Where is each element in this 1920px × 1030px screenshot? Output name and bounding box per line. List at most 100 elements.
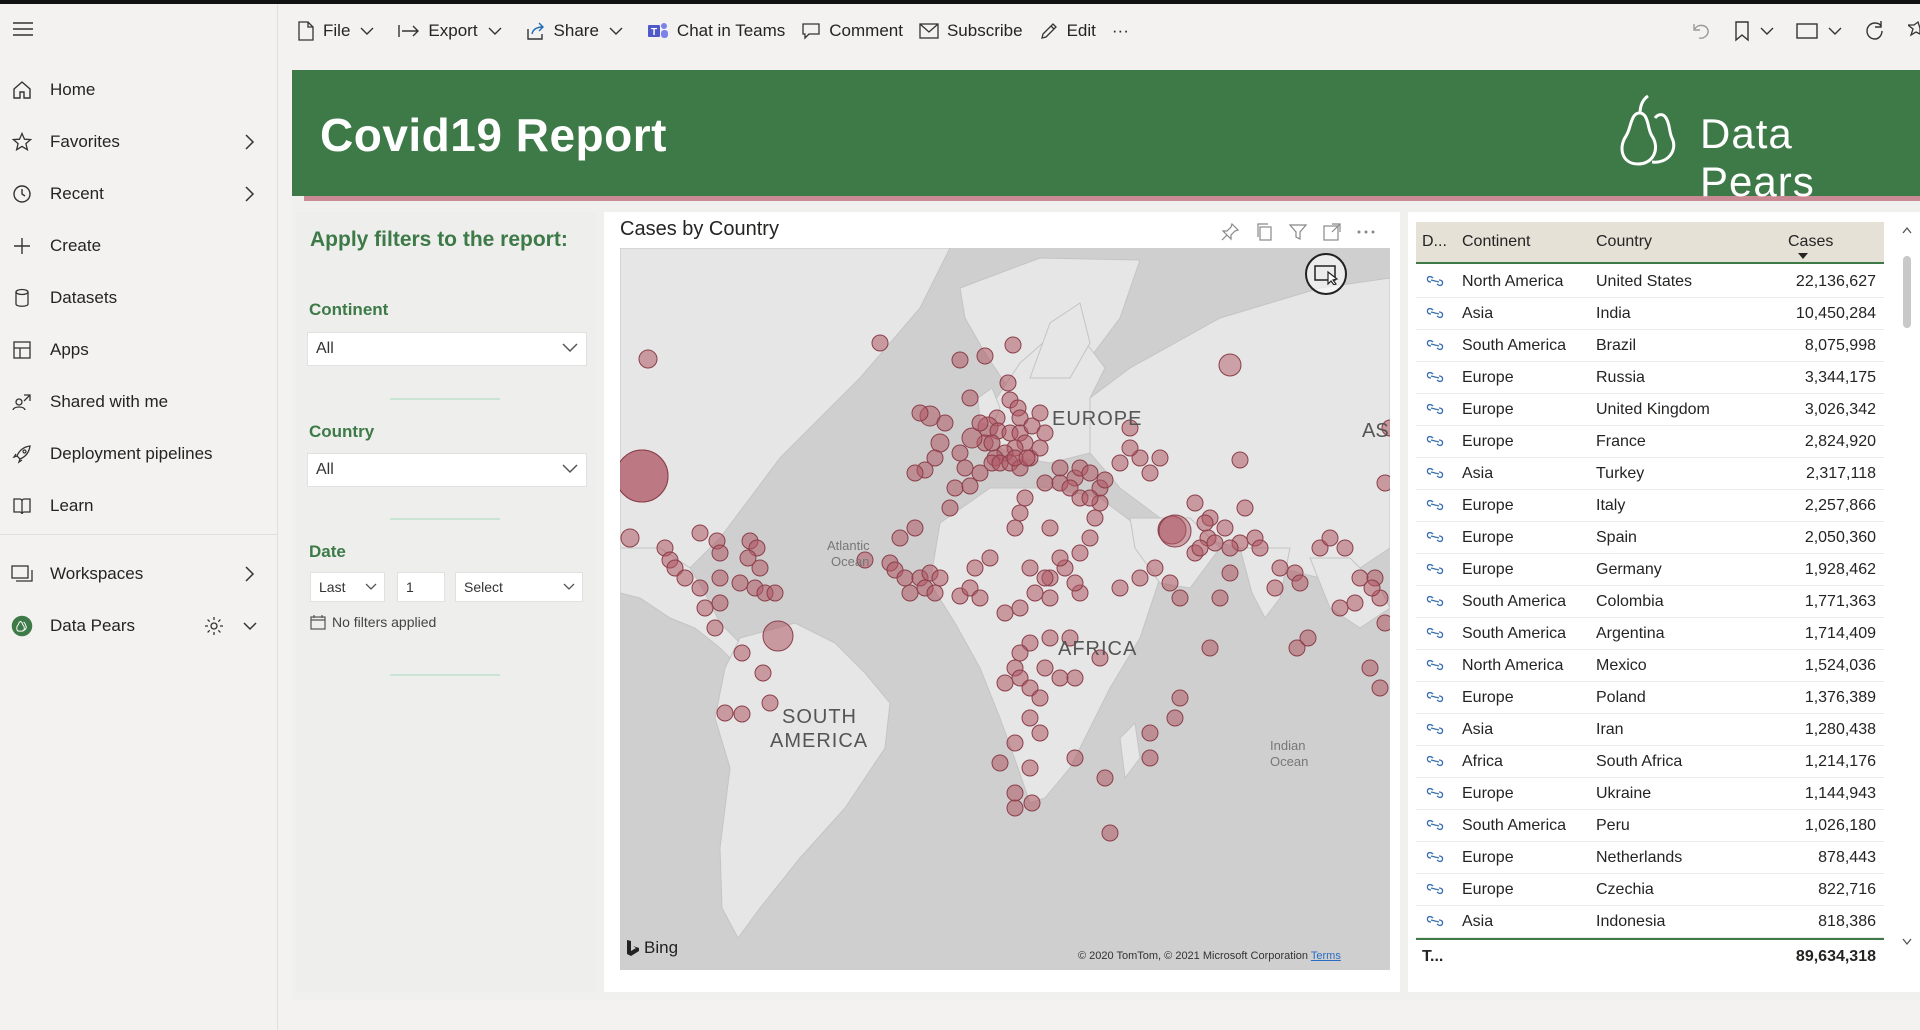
table-row[interactable]: South America Colombia 1,771,363 <box>1416 586 1884 618</box>
column-header-country[interactable]: Country <box>1596 222 1652 262</box>
subscribe-button[interactable]: Subscribe <box>911 4 1031 58</box>
country-bubble[interactable] <box>996 604 1014 622</box>
country-bubble[interactable] <box>951 444 969 462</box>
country-bubble[interactable] <box>1031 439 1049 457</box>
country-bubble[interactable] <box>1081 489 1099 507</box>
country-bubble[interactable] <box>638 349 658 369</box>
table-row[interactable]: Asia Iran 1,280,438 <box>1416 714 1884 746</box>
link-chain-icon[interactable] <box>1426 850 1444 869</box>
country-bubble[interactable] <box>1036 659 1054 677</box>
link-chain-icon[interactable] <box>1426 594 1444 613</box>
country-bubble[interactable] <box>1011 599 1029 617</box>
country-bubble[interactable] <box>733 705 751 723</box>
link-chain-icon[interactable] <box>1426 786 1444 805</box>
link-chain-icon[interactable] <box>1426 274 1444 293</box>
link-chain-icon[interactable] <box>1426 658 1444 677</box>
link-chain-icon[interactable] <box>1426 626 1444 645</box>
country-bubble[interactable] <box>1376 614 1390 632</box>
country-bubble[interactable] <box>1166 709 1184 727</box>
chevron-right-icon[interactable] <box>242 132 256 152</box>
country-bubble[interactable] <box>906 519 924 537</box>
country-bubble[interactable] <box>1141 724 1159 742</box>
table-row[interactable]: Europe Ukraine 1,144,943 <box>1416 778 1884 810</box>
country-bubble[interactable] <box>871 334 889 352</box>
country-bubble[interactable] <box>1363 579 1381 597</box>
chevron-right-icon[interactable] <box>242 184 256 204</box>
edit-button[interactable]: Edit <box>1031 4 1104 58</box>
country-bubble[interactable] <box>966 559 984 577</box>
country-bubble[interactable] <box>1021 559 1039 577</box>
link-chain-icon[interactable] <box>1426 466 1444 485</box>
country-bubble[interactable] <box>931 569 949 587</box>
nav-item-create[interactable]: Create <box>0 220 278 272</box>
country-bubble[interactable] <box>706 619 724 637</box>
country-bubble[interactable] <box>766 584 784 602</box>
table-row[interactable]: North America Mexico 1,524,036 <box>1416 650 1884 682</box>
country-bubble[interactable] <box>971 589 989 607</box>
country-bubble[interactable] <box>1101 824 1119 842</box>
country-bubble[interactable] <box>1096 769 1114 787</box>
share-menu-button[interactable]: Share <box>518 4 639 58</box>
country-bubble[interactable] <box>620 528 640 548</box>
country-bubble[interactable] <box>1004 336 1022 354</box>
chat-in-teams-button[interactable]: T Chat in Teams <box>639 4 793 58</box>
country-bubble[interactable] <box>1066 749 1084 767</box>
map-focus-button[interactable] <box>1305 253 1347 295</box>
country-bubble[interactable] <box>983 434 1001 452</box>
country-bubble[interactable] <box>1171 689 1189 707</box>
country-bubble[interactable] <box>1321 529 1339 547</box>
country-bubble[interactable] <box>1031 689 1049 707</box>
nav-item-recent[interactable]: Recent <box>0 168 278 220</box>
country-bubble[interactable] <box>1081 529 1099 547</box>
country-bubble[interactable] <box>946 479 964 497</box>
country-bubble[interactable] <box>1006 519 1024 537</box>
country-bubble[interactable] <box>731 574 749 592</box>
link-chain-icon[interactable] <box>1426 434 1444 453</box>
table-row[interactable]: Europe Poland 1,376,389 <box>1416 682 1884 714</box>
country-bubble[interactable] <box>1141 464 1159 482</box>
country-bubble[interactable] <box>1111 579 1129 597</box>
workspace-settings-icon[interactable] <box>204 616 224 641</box>
pin-icon[interactable] <box>1220 222 1240 242</box>
country-bubble-large[interactable] <box>1218 353 1242 377</box>
bookmark-icon[interactable] <box>1734 20 1774 42</box>
more-options-icon[interactable] <box>1356 222 1376 242</box>
country-bubble[interactable] <box>1271 559 1289 577</box>
country-bubble[interactable] <box>691 579 709 597</box>
link-chain-icon[interactable] <box>1426 306 1444 325</box>
chevron-down-icon[interactable] <box>242 616 257 636</box>
table-row[interactable]: Europe United Kingdom 3,026,342 <box>1416 394 1884 426</box>
chevron-right-icon[interactable] <box>242 564 256 584</box>
world-map[interactable]: EUROPE AFRICA SOUTH AMERICA AS Atlantic … <box>620 248 1390 970</box>
country-bubble[interactable] <box>951 351 969 369</box>
table-row[interactable]: Europe Netherlands 878,443 <box>1416 842 1884 874</box>
table-row[interactable]: Asia Turkey 2,317,118 <box>1416 458 1884 490</box>
country-bubble[interactable] <box>1006 784 1024 802</box>
country-bubble[interactable] <box>1206 534 1224 552</box>
country-bubble[interactable] <box>1291 574 1309 592</box>
favorite-star-icon[interactable] <box>1908 20 1920 42</box>
country-bubble[interactable] <box>1006 734 1024 752</box>
export-menu-button[interactable]: Export <box>390 4 517 58</box>
country-bubble[interactable] <box>996 674 1014 692</box>
nav-item-workspaces[interactable]: Workspaces <box>0 548 278 600</box>
country-bubble[interactable] <box>1161 574 1179 592</box>
table-row[interactable]: Europe France 2,824,920 <box>1416 426 1884 458</box>
link-chain-icon[interactable] <box>1426 370 1444 389</box>
undo-icon[interactable] <box>1690 20 1712 42</box>
country-bubble[interactable] <box>1051 459 1069 477</box>
country-bubble[interactable] <box>1036 474 1054 492</box>
table-row[interactable]: Asia India 10,450,284 <box>1416 298 1884 330</box>
country-bubble[interactable] <box>1036 424 1054 442</box>
country-bubble[interactable] <box>1201 639 1219 657</box>
country-bubble[interactable] <box>1086 509 1104 527</box>
country-bubble[interactable] <box>711 544 729 562</box>
country-bubble[interactable] <box>1111 454 1129 472</box>
country-bubble[interactable] <box>1151 449 1169 467</box>
country-bubble[interactable] <box>976 347 994 365</box>
continent-dropdown[interactable]: All <box>307 332 587 366</box>
country-bubble[interactable] <box>1236 499 1254 517</box>
copy-icon[interactable] <box>1254 222 1274 242</box>
country-bubble[interactable] <box>971 414 989 432</box>
country-bubble[interactable] <box>696 599 714 617</box>
